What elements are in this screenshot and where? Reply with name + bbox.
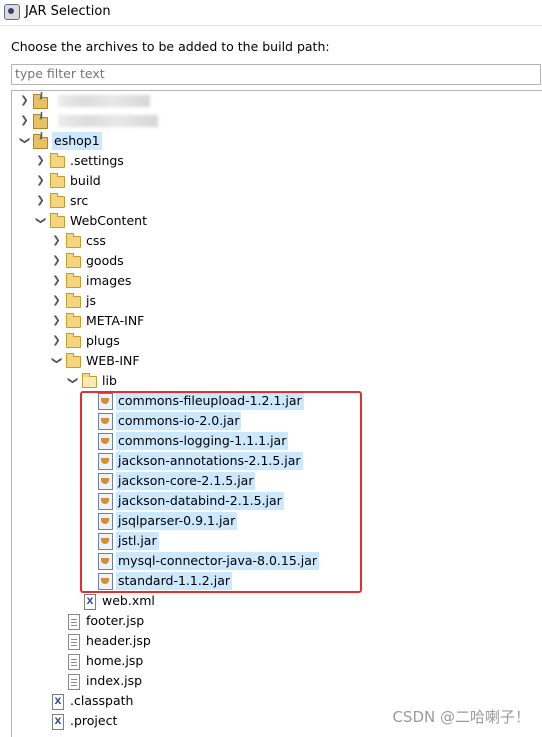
folder-icon [50, 153, 65, 168]
tree-row-web-xml[interactable]: X web.xml [12, 591, 532, 611]
folder-icon [66, 353, 81, 368]
chevron-right-icon[interactable]: ❯ [19, 95, 30, 106]
window-title: JAR Selection [25, 4, 111, 19]
chevron-down-icon[interactable]: ❯ [35, 215, 46, 226]
tree-item-label: js [86, 293, 96, 308]
tree-item-label: WEB-INF [86, 353, 140, 368]
tree-item-label: .settings [70, 153, 124, 168]
folder-icon [66, 333, 81, 348]
tree-item-label: src [70, 193, 89, 208]
title-bar: JAR Selection [0, 0, 542, 24]
title-divider [0, 25, 542, 26]
obscured-project-name [58, 95, 150, 107]
tree-row-goods[interactable]: ❯ goods [12, 251, 532, 271]
xml-file-icon: X [52, 694, 64, 710]
tree-row-project-1[interactable]: ❯ [12, 91, 532, 111]
tree-row-src[interactable]: ❯ src [12, 191, 532, 211]
tree-row-images[interactable]: ❯ images [12, 271, 532, 291]
tree-item-label: header.jsp [86, 633, 151, 648]
chevron-right-icon[interactable]: ❯ [35, 195, 46, 206]
chevron-right-icon[interactable]: ❯ [35, 155, 46, 166]
folder-icon [66, 253, 81, 268]
tree-item-label: WebContent [70, 213, 147, 228]
tree-row-build[interactable]: ❯ build [12, 171, 532, 191]
tree-item-label: web.xml [102, 593, 155, 608]
folder-icon [66, 233, 81, 248]
folder-icon [50, 193, 65, 208]
chevron-right-icon[interactable]: ❯ [51, 275, 62, 286]
jsp-file-icon [68, 634, 80, 650]
chevron-right-icon[interactable]: ❯ [51, 315, 62, 326]
tree-row-settings[interactable]: ❯ .settings [12, 151, 532, 171]
tree-row-plugs[interactable]: ❯ plugs [12, 331, 532, 351]
tree-item-label: goods [86, 253, 124, 268]
jsp-file-icon [68, 674, 80, 690]
tree-item-label: css [86, 233, 106, 248]
chevron-down-icon[interactable]: ❯ [51, 355, 62, 366]
chevron-right-icon[interactable]: ❯ [19, 115, 30, 126]
chevron-right-icon[interactable]: ❯ [35, 175, 46, 186]
tree-row-home-jsp[interactable]: home.jsp [12, 651, 532, 671]
chevron-right-icon[interactable]: ❯ [51, 335, 62, 346]
jsp-file-icon [68, 654, 80, 670]
tree-item-label: plugs [86, 333, 120, 348]
jsp-file-icon [68, 614, 80, 630]
tree-item-label: .project [70, 713, 118, 728]
tree-item-label: META-INF [86, 313, 145, 328]
chevron-right-icon[interactable]: ❯ [51, 235, 62, 246]
java-project-icon [33, 131, 48, 149]
folder-icon [50, 173, 65, 188]
tree-item-label: build [70, 173, 101, 188]
open-folder-icon [82, 373, 97, 388]
highlight-box [80, 391, 362, 593]
tree-item-label: index.jsp [86, 673, 143, 688]
folder-icon [66, 273, 81, 288]
tree-item-label: .classpath [70, 693, 134, 708]
tree-row-index-jsp[interactable]: index.jsp [12, 671, 532, 691]
tree-item-label: lib [102, 373, 117, 388]
tree-row-header-jsp[interactable]: header.jsp [12, 631, 532, 651]
eclipse-app-icon [4, 4, 20, 20]
filter-field[interactable] [11, 64, 541, 85]
chevron-down-icon[interactable]: ❯ [67, 375, 78, 386]
tree-row-project-2[interactable]: ❯ [12, 111, 532, 131]
xml-file-icon: X [84, 594, 96, 610]
tree-row-webcontent[interactable]: ❯ WebContent [12, 211, 532, 231]
folder-icon [66, 313, 81, 328]
filter-input[interactable] [12, 65, 538, 82]
tree-row-meta-inf[interactable]: ❯ META-INF [12, 311, 532, 331]
tree-item-label: images [86, 273, 132, 288]
tree-item-label: eshop1 [52, 132, 102, 150]
tree-row-css[interactable]: ❯ css [12, 231, 532, 251]
csdn-watermark: CSDN @二哈喇子！ [392, 708, 530, 726]
tree-row-eshop1[interactable]: ❯ eshop1 [12, 131, 532, 151]
folder-icon [50, 213, 65, 228]
xml-file-icon: X [52, 714, 64, 730]
java-project-icon [33, 91, 48, 109]
tree-row-web-inf[interactable]: ❯ WEB-INF [12, 351, 532, 371]
tree-item-label: footer.jsp [86, 613, 145, 628]
java-project-icon [33, 111, 48, 129]
chevron-down-icon[interactable]: ❯ [19, 135, 30, 146]
tree-item-label: home.jsp [86, 653, 144, 668]
tree-row-footer-jsp[interactable]: footer.jsp [12, 611, 532, 631]
dialog-prompt: Choose the archives to be added to the b… [11, 39, 330, 54]
tree-row-js[interactable]: ❯ js [12, 291, 532, 311]
chevron-right-icon[interactable]: ❯ [51, 255, 62, 266]
folder-icon [66, 293, 81, 308]
tree-row-lib[interactable]: ❯ lib [12, 371, 532, 391]
chevron-right-icon[interactable]: ❯ [51, 295, 62, 306]
obscured-project-name [58, 115, 158, 127]
